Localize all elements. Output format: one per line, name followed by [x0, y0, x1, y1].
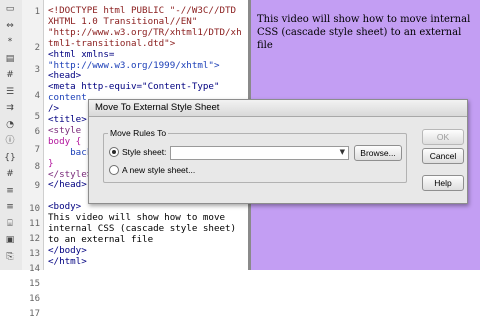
cancel-button[interactable]: Cancel: [422, 148, 464, 164]
code-line: </html>: [48, 255, 87, 267]
code-line: <body>: [48, 201, 82, 213]
line-number: 5: [34, 112, 40, 122]
line-number: 17: [29, 309, 40, 319]
indent-icon[interactable]: ≡: [3, 186, 17, 197]
expand-icon[interactable]: ⇔: [3, 21, 17, 32]
line-number: 9: [34, 181, 40, 191]
code-line: "http://www.w3.org/TR/xhtml1/DTD/xh: [48, 26, 242, 38]
info-icon[interactable]: ⓘ: [3, 136, 17, 147]
line-number: 2: [34, 43, 40, 53]
code-line: content: [48, 92, 87, 104]
line-number: 3: [34, 65, 40, 75]
code-line: <meta http-equiv="Content-Type": [48, 81, 220, 93]
line-number: 16: [29, 294, 40, 304]
code-line: body {: [48, 135, 82, 147]
style-sheet-radio[interactable]: [109, 147, 119, 157]
browse-button[interactable]: Browse...: [354, 145, 402, 161]
code-line: to an external file: [48, 233, 154, 245]
code-line: }: [48, 157, 54, 169]
code-line: back: [48, 146, 93, 158]
line-number: 4: [34, 91, 40, 101]
code-line: tml1-transitional.dtd">: [48, 37, 176, 49]
code-line: <head>: [48, 70, 82, 82]
code-line: <style: [48, 124, 82, 136]
outdent-icon[interactable]: ≡: [3, 202, 17, 213]
style-sheet-radio-label[interactable]: Style sheet:: [122, 147, 166, 157]
collapse-icon[interactable]: *: [3, 37, 17, 48]
line-number: 1: [34, 7, 40, 17]
line-number: 15: [29, 279, 40, 289]
design-view-text: This video will show how to move interna…: [257, 14, 471, 51]
help-button[interactable]: Help: [422, 175, 464, 191]
line-number: 11: [29, 219, 40, 229]
code-line: "http://www.w3.org/1999/xhtml">: [48, 59, 220, 71]
line-number: 14: [29, 264, 40, 274]
select-tag-icon[interactable]: ▤: [3, 54, 17, 65]
line-number: 12: [29, 234, 40, 244]
line-number: 10: [29, 204, 40, 214]
code-line: <title>: [48, 114, 87, 125]
code-line: This video will show how to move: [48, 212, 226, 224]
line-number: 6: [34, 127, 40, 137]
move-rules-to-label: Move Rules To: [108, 128, 169, 138]
move-to-external-style-sheet-dialog: Move To External Style Sheet Move Rules …: [88, 99, 468, 204]
style-sheet-dropdown[interactable]: ▼: [170, 146, 349, 160]
word-wrap-icon[interactable]: ⇉: [3, 103, 17, 114]
ok-button[interactable]: OK: [422, 129, 464, 145]
syntax-icon[interactable]: #: [3, 169, 17, 180]
snippet-icon[interactable]: ▣: [3, 235, 17, 246]
line-number: 7: [34, 145, 40, 155]
code-line: </head>: [48, 179, 87, 191]
dialog-title-bar[interactable]: Move To External Style Sheet: [89, 100, 467, 117]
paste-icon[interactable]: ⎘: [3, 252, 17, 263]
highlight-icon[interactable]: ☰: [3, 87, 17, 98]
comment-icon[interactable]: ◔: [3, 120, 17, 131]
code-line: <html xmlns=: [48, 48, 115, 60]
line-number: 8: [34, 162, 40, 172]
file-icon[interactable]: ▭: [3, 4, 17, 15]
chevron-down-icon: ▼: [339, 148, 345, 156]
braces-icon[interactable]: {}: [3, 153, 17, 164]
line-number: 13: [29, 249, 40, 259]
line-numbers-icon[interactable]: #: [3, 70, 17, 81]
code-line: internal CSS (cascade style sheet): [48, 223, 237, 234]
new-style-sheet-radio-label[interactable]: A new style sheet...: [122, 165, 195, 175]
code-line: />: [48, 103, 60, 115]
format-icon[interactable]: ⌸: [3, 219, 17, 230]
new-style-sheet-radio[interactable]: [109, 165, 119, 175]
code-view-toolbar: ▭ ⇔ * ▤ # ☰ ⇉ ◔ ⓘ {} # ≡ ≡ ⌸ ▣ ⎘: [0, 0, 23, 270]
code-line: </body>: [48, 244, 87, 256]
code-line: XHTML 1.0 Transitional//EN": [48, 15, 198, 27]
dialog-title: Move To External Style Sheet: [95, 102, 220, 113]
radio-selected-dot: [112, 150, 116, 154]
line-number-gutter: 1 2 3 4 5 6 7 8 9 10 11 12 13 14 15 16 17: [22, 0, 44, 319]
code-line: <!DOCTYPE html PUBLIC "-//W3C//DTD: [48, 5, 237, 16]
code-line: </style>: [48, 168, 93, 180]
